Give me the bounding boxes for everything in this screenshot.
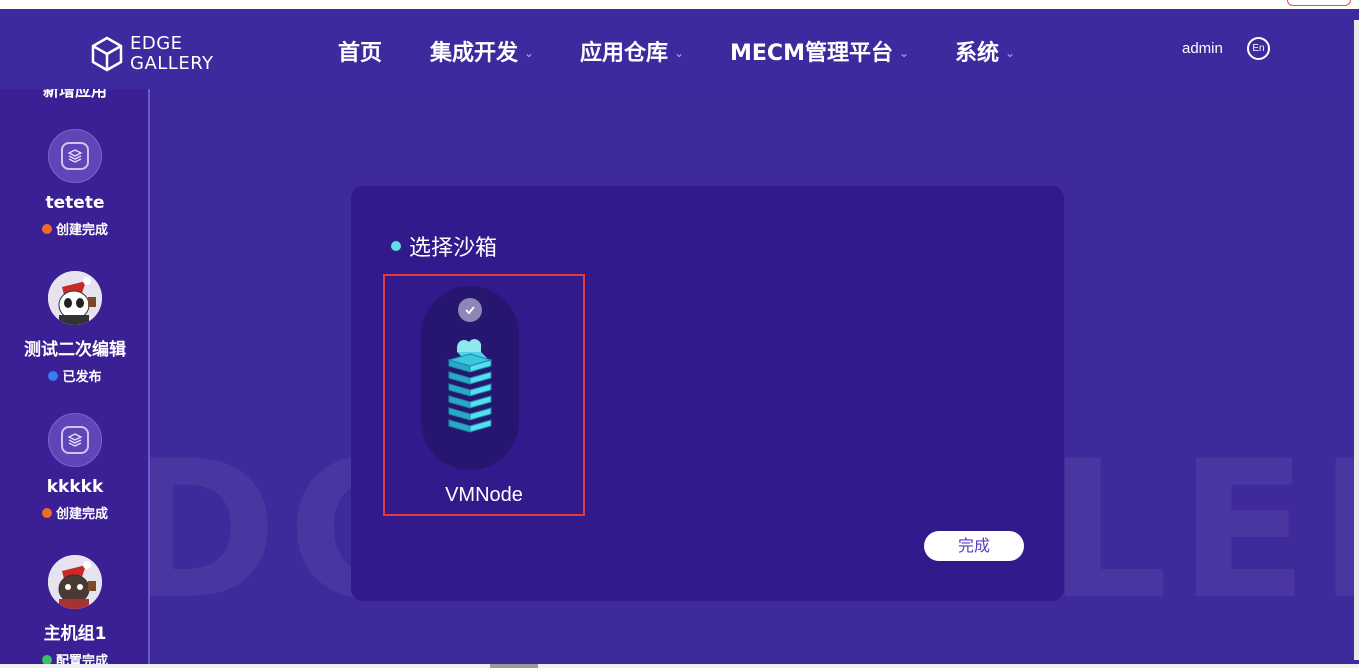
nav-app-store[interactable]: 应用仓库 ⌄ <box>580 35 684 67</box>
nav-mecm-label: MECM管理平台 <box>730 41 893 66</box>
nav-home[interactable]: 首页 <box>338 35 382 67</box>
nav-mecm[interactable]: MECM管理平台 ⌄ <box>730 35 909 67</box>
panel-title-text: 选择沙箱 <box>409 236 498 261</box>
app-status: 创建完成 <box>0 503 148 522</box>
sandbox-capsule <box>421 286 519 470</box>
vertical-scrollbar[interactable] <box>1354 20 1359 660</box>
server-stack-icon <box>447 339 493 433</box>
sidebar-app-item[interactable]: 测试二次编辑 已发布 <box>0 271 148 385</box>
layers-icon <box>61 426 89 454</box>
nav-system-label: 系统 <box>955 41 1000 66</box>
status-dot-icon <box>48 370 59 381</box>
sandbox-panel: 选择沙箱 VMNode 完成 <box>351 186 1064 601</box>
bullet-icon <box>391 241 401 251</box>
status-text: 创建完成 <box>55 507 108 522</box>
user-menu[interactable]: admin <box>1182 40 1223 57</box>
browser-pill <box>1287 0 1351 6</box>
status-dot-icon <box>41 223 52 234</box>
layers-icon <box>61 142 89 170</box>
logo-line1: EDGE <box>130 33 183 54</box>
check-icon <box>458 298 482 322</box>
nav-home-label: 首页 <box>338 41 383 66</box>
nav-integration[interactable]: 集成开发 ⌄ <box>430 35 534 67</box>
scrollbar-thumb[interactable] <box>490 664 538 668</box>
horizontal-scrollbar[interactable] <box>0 664 1359 668</box>
sandbox-option-vmnode[interactable]: VMNode <box>383 274 585 516</box>
chevron-down-icon: ⌄ <box>1005 46 1016 60</box>
status-dot-icon <box>41 507 52 518</box>
browser-top-strip <box>0 0 1359 9</box>
sandbox-label: VMNode <box>445 484 523 506</box>
app-sidebar: 新增应用 tetete 创建完成 测试二次编辑 已发布 kkkkk 创建完成 主… <box>0 89 150 668</box>
sidebar-app-item[interactable]: kkkkk 创建完成 <box>0 413 148 522</box>
chevron-down-icon: ⌄ <box>524 46 535 60</box>
nav-system[interactable]: 系统 ⌄ <box>955 35 1015 67</box>
panda-avatar-icon <box>48 555 102 609</box>
done-button[interactable]: 完成 <box>924 531 1024 561</box>
app-icon <box>48 413 102 467</box>
chevron-down-icon: ⌄ <box>674 46 685 60</box>
logo[interactable]: EDGE GALLERY <box>90 34 214 74</box>
panel-title: 选择沙箱 <box>391 230 497 262</box>
top-header: EDGE GALLERY 首页 集成开发 ⌄ 应用仓库 ⌄ MECM管理平台 ⌄ 系统… <box>0 9 1359 89</box>
app-status: 已发布 <box>0 366 148 385</box>
status-dot-icon <box>41 654 52 665</box>
cube-logo-icon <box>91 36 123 72</box>
chevron-down-icon: ⌄ <box>898 46 910 60</box>
sidebar-app-item[interactable]: 主机组1 配置完成 <box>0 555 148 668</box>
app-name: tetete <box>45 193 105 213</box>
app-status: 创建完成 <box>0 219 148 238</box>
nav-app-store-label: 应用仓库 <box>580 41 669 66</box>
logo-line2: GALLERY <box>130 53 214 74</box>
status-text: 创建完成 <box>55 223 108 238</box>
nav-integration-label: 集成开发 <box>430 41 519 66</box>
logo-text: EDGE GALLERY <box>130 34 214 74</box>
panda-avatar-icon <box>48 271 102 325</box>
app-name: kkkkk <box>46 477 104 497</box>
status-text: 已发布 <box>62 370 102 385</box>
app-icon <box>48 129 102 183</box>
app-name: 测试二次编辑 <box>24 340 126 360</box>
language-toggle[interactable]: En <box>1247 37 1270 60</box>
sidebar-app-item[interactable]: tetete 创建完成 <box>0 129 148 238</box>
app-name: 主机组1 <box>43 624 107 644</box>
sidebar-add-app[interactable]: 新增应用 <box>0 89 148 101</box>
